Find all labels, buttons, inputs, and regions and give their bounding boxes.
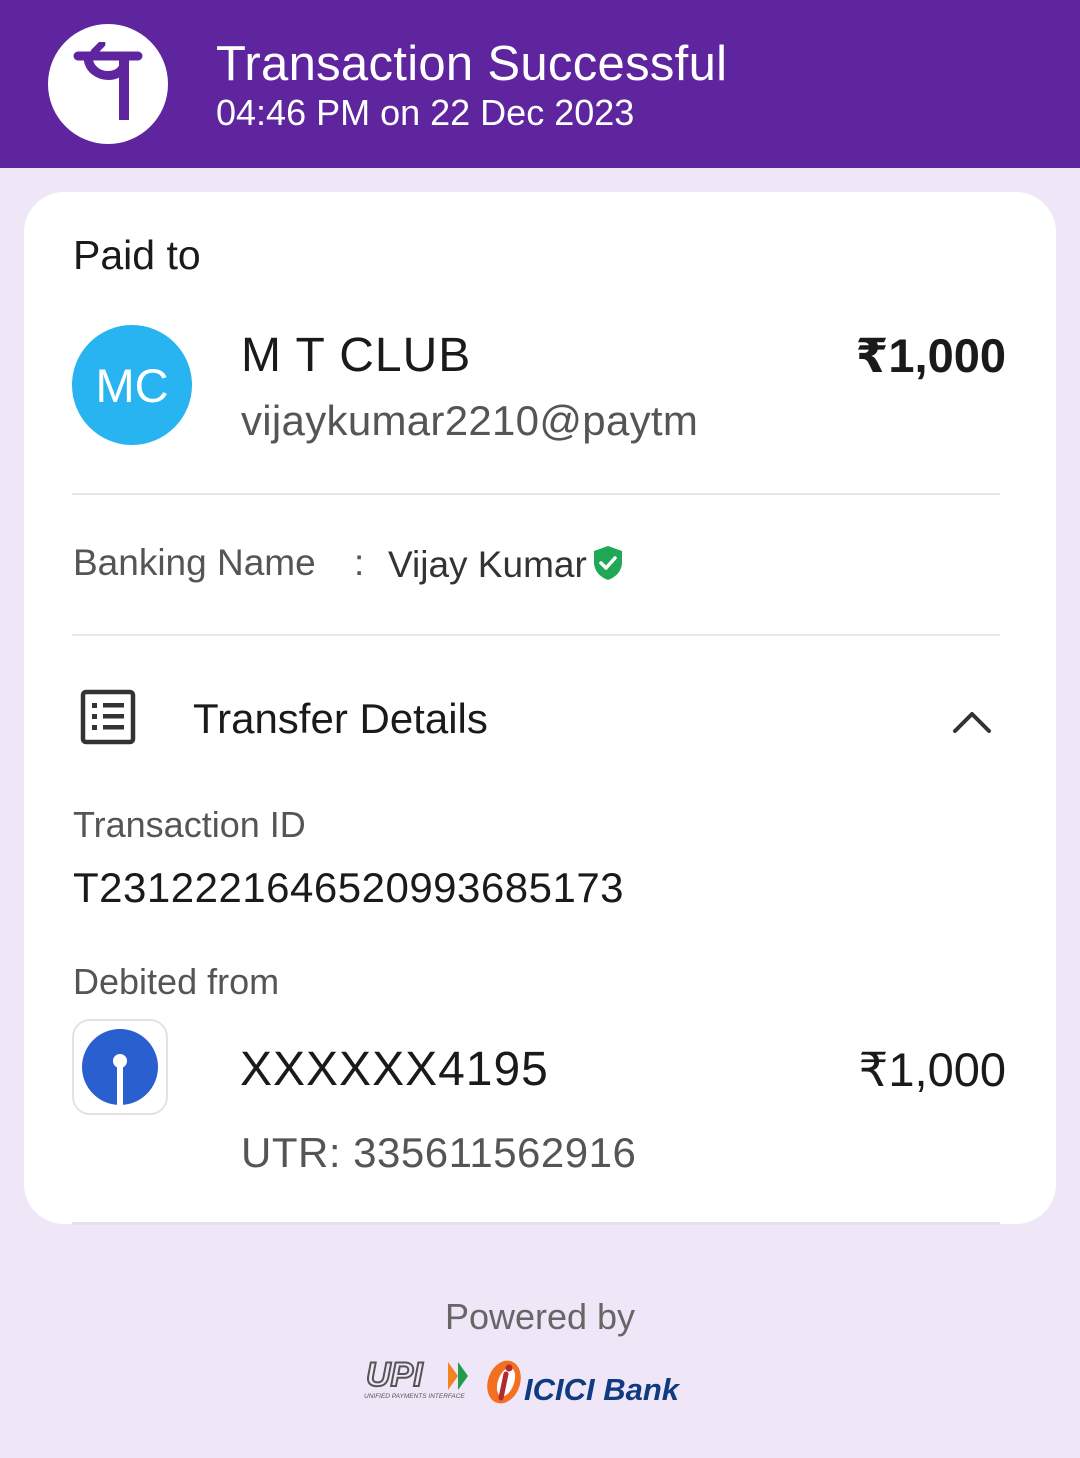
payee-name: M T CLUB xyxy=(241,329,472,382)
sbi-bank-icon xyxy=(72,1019,168,1115)
debited-from-label: Debited from xyxy=(73,961,280,1002)
transaction-card: Paid to MC M T CLUB vijaykumar2210@paytm… xyxy=(24,192,1056,1224)
transaction-id-label: Transaction ID xyxy=(73,804,306,845)
paid-amount: ₹1,000 xyxy=(855,329,1006,382)
transaction-status-title: Transaction Successful xyxy=(216,37,728,91)
debit-amount: ₹1,000 xyxy=(858,1043,1006,1096)
banking-name-label: Banking Name xyxy=(73,542,316,583)
verified-shield-icon xyxy=(594,546,622,580)
banking-name-value: Vijay Kumar xyxy=(388,544,587,585)
upi-logo-text: UPI xyxy=(366,1356,424,1394)
utr-number[interactable]: UTR: 335611562916 xyxy=(241,1129,636,1177)
upi-logo-subtext: UNIFIED PAYMENTS INTERFACE xyxy=(364,1393,465,1400)
payee-upi-id: vijaykumar2210@paytm xyxy=(241,397,699,444)
paid-to-label: Paid to xyxy=(73,232,201,278)
phonepe-logo-icon xyxy=(48,24,168,144)
divider xyxy=(72,634,1000,636)
transfer-details-title[interactable]: Transfer Details xyxy=(193,695,488,743)
powered-by-label: Powered by xyxy=(444,1296,636,1337)
icici-bank-logo: ICICI Bank xyxy=(487,1360,681,1407)
transaction-id-value[interactable]: T2312221646520993685173 xyxy=(73,864,624,912)
debit-account-number: XXXXXX4195 xyxy=(240,1043,549,1096)
payee-avatar: MC xyxy=(72,325,192,445)
list-details-icon xyxy=(80,689,136,745)
banking-name-separator: : xyxy=(354,542,365,583)
chevron-up-icon[interactable] xyxy=(950,700,994,744)
card-bottom-divider xyxy=(72,1222,1000,1225)
divider xyxy=(72,493,1000,495)
upi-logo: UPI UNIFIED PAYMENTS INTERFACE xyxy=(364,1356,468,1400)
header-bar: Transaction Successful 04:46 PM on 22 De… xyxy=(0,0,1080,168)
icici-bank-text: ICICI Bank xyxy=(524,1372,681,1407)
transaction-timestamp: 04:46 PM on 22 Dec 2023 xyxy=(216,92,635,133)
